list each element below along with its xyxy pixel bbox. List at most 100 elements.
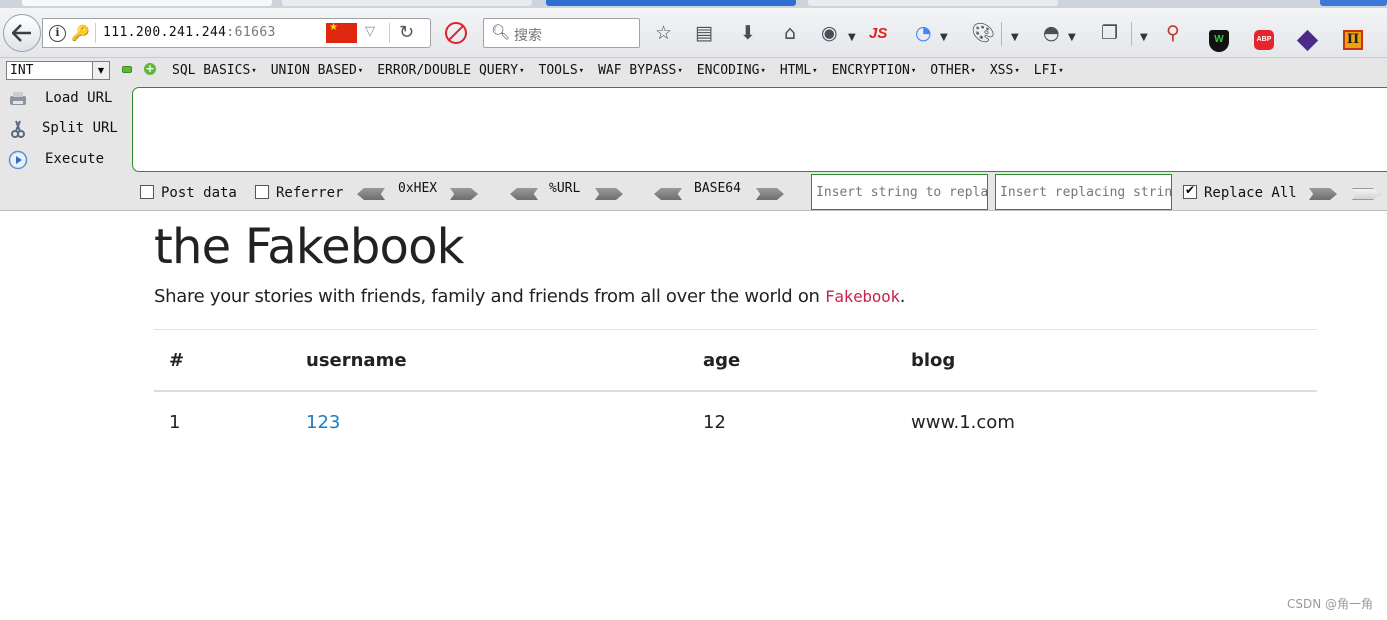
split-url-label: Split URL bbox=[42, 120, 118, 136]
tab-5[interactable] bbox=[1320, 0, 1387, 6]
key-icon[interactable]: 🔑 bbox=[71, 24, 90, 42]
hat-dropdown-icon[interactable]: ▼ bbox=[1068, 28, 1076, 48]
menu-lfi[interactable]: LFI bbox=[1034, 63, 1064, 78]
url-separator bbox=[389, 23, 390, 43]
diamond-icon[interactable] bbox=[1296, 29, 1319, 52]
url-bar[interactable]: i 🔑 111.200.241.244:61663 ▽ ↻ bbox=[42, 18, 431, 48]
tab-2[interactable] bbox=[282, 0, 532, 6]
menu-encoding[interactable]: ENCODING bbox=[697, 63, 766, 78]
watermark: CSDN @角一角 bbox=[1286, 597, 1373, 611]
lead-text: Share your stories with friends, family … bbox=[154, 286, 826, 307]
replace-search-input[interactable]: Insert string to replace bbox=[811, 174, 988, 210]
reload-icon[interactable]: ↻ bbox=[399, 22, 414, 43]
url-separator bbox=[95, 23, 96, 43]
search-box[interactable]: 🔍︎ 搜索 bbox=[483, 18, 640, 48]
translate-dropdown-icon[interactable]: ▼ bbox=[940, 28, 948, 48]
back-arrow-icon bbox=[12, 24, 31, 42]
globe-dropdown-icon[interactable]: ▼ bbox=[848, 28, 856, 48]
home-icon[interactable]: ⌂ bbox=[784, 23, 796, 43]
replace-go-icon[interactable] bbox=[1309, 188, 1337, 200]
execute-button[interactable]: Execute bbox=[8, 150, 104, 170]
cell-username: 123 bbox=[291, 391, 688, 453]
hex-label: 0xHEX bbox=[398, 181, 438, 196]
url-encode-label: %URL bbox=[549, 181, 581, 196]
page-content: the Fakebook Share your stories with fri… bbox=[154, 220, 1317, 453]
referrer-label: Referrer bbox=[276, 185, 344, 201]
replace-with-input[interactable]: Insert replacing string bbox=[995, 174, 1172, 210]
url-decode-icon[interactable] bbox=[510, 188, 538, 200]
search-placeholder: 搜索 bbox=[514, 28, 542, 44]
post-data-checkbox[interactable] bbox=[140, 185, 154, 199]
scissors-icon bbox=[11, 120, 25, 138]
globe-icon[interactable]: ◉ bbox=[821, 23, 838, 43]
table-header-row: # username age blog bbox=[154, 330, 1317, 392]
reading-list-icon[interactable]: ▤ bbox=[695, 23, 713, 43]
window-dropdown-icon[interactable]: ▼ bbox=[1140, 28, 1148, 48]
menu-other[interactable]: OTHER bbox=[930, 63, 976, 78]
hackbar-options-row: Post data Referrer 0xHEX %URL BASE64 Ins… bbox=[0, 174, 1387, 210]
tab-3[interactable] bbox=[546, 0, 796, 6]
noscript-icon[interactable] bbox=[445, 22, 467, 44]
url-encode-icon[interactable] bbox=[595, 188, 623, 200]
window-icon[interactable]: ❐ bbox=[1101, 23, 1118, 43]
tab-strip bbox=[0, 0, 1387, 8]
pi-extension-icon[interactable]: П bbox=[1343, 30, 1363, 50]
tab-4[interactable] bbox=[808, 0, 1058, 6]
back-button[interactable] bbox=[3, 14, 41, 52]
hackbar-menus: SQL BASICS UNION BASED ERROR/DOUBLE QUER… bbox=[172, 63, 1064, 78]
split-url-button[interactable]: Split URL bbox=[8, 119, 118, 139]
menu-waf-bypass[interactable]: WAF BYPASS bbox=[598, 63, 683, 78]
menu-xss[interactable]: XSS bbox=[990, 63, 1020, 78]
menu-sql-basics[interactable]: SQL BASICS bbox=[172, 63, 257, 78]
hex-decode-icon[interactable] bbox=[357, 188, 385, 200]
menu-union-based[interactable]: UNION BASED bbox=[271, 63, 364, 78]
palette-icon[interactable]: 🎨︎ bbox=[971, 23, 995, 43]
toggle-panel-icon[interactable] bbox=[1352, 188, 1380, 200]
hex-encode-icon[interactable] bbox=[450, 188, 478, 200]
hat-icon[interactable]: ◓ bbox=[1043, 23, 1060, 43]
post-data-label: Post data bbox=[161, 185, 237, 201]
page-lead: Share your stories with friends, family … bbox=[154, 286, 1317, 307]
menu-error-double-query[interactable]: ERROR/DOUBLE QUERY bbox=[377, 63, 524, 78]
tab-1[interactable] bbox=[22, 0, 272, 6]
cell-blog: www.1.com bbox=[911, 412, 1015, 433]
table-row: 1 123 12 www.1.com bbox=[154, 391, 1317, 453]
js-toggle-icon[interactable]: JS bbox=[869, 25, 887, 42]
header-blog: blog bbox=[896, 330, 1317, 392]
brand-name: Fakebook bbox=[825, 287, 900, 306]
menu-html[interactable]: HTML bbox=[780, 63, 818, 78]
referrer-checkbox[interactable] bbox=[255, 185, 269, 199]
execute-label: Execute bbox=[45, 151, 105, 167]
base64-label: BASE64 bbox=[694, 181, 741, 196]
google-translate-icon[interactable]: ◔ bbox=[915, 23, 932, 43]
header-id: # bbox=[154, 330, 291, 392]
base64-encode-icon[interactable] bbox=[756, 188, 784, 200]
url-text[interactable]: 111.200.241.244:61663 bbox=[103, 25, 276, 40]
load-url-label: Load URL bbox=[45, 90, 113, 106]
url-history-dropdown-icon[interactable]: ▽ bbox=[365, 24, 375, 39]
cell-id: 1 bbox=[169, 412, 181, 433]
cell-age: 12 bbox=[703, 412, 726, 433]
magnifier-icon[interactable]: ⚲ bbox=[1166, 23, 1180, 43]
page-title: the Fakebook bbox=[154, 219, 464, 275]
palette-dropdown-icon[interactable]: ▼ bbox=[1011, 28, 1019, 48]
load-url-icon bbox=[10, 92, 26, 105]
menu-encryption[interactable]: ENCRYPTION bbox=[832, 63, 917, 78]
chevron-down-icon[interactable]: ▼ bbox=[92, 62, 109, 79]
type-select[interactable]: INT ▼ bbox=[6, 61, 110, 80]
adblock-plus-icon[interactable]: ABP bbox=[1254, 30, 1274, 50]
decrease-icon[interactable] bbox=[122, 66, 132, 73]
china-flag-icon[interactable] bbox=[326, 22, 357, 43]
base64-decode-icon[interactable] bbox=[654, 188, 682, 200]
increase-icon[interactable]: + bbox=[144, 63, 156, 75]
site-info-icon[interactable]: i bbox=[49, 25, 66, 42]
username-link[interactable]: 123 bbox=[306, 412, 340, 433]
bookmark-star-icon[interactable]: ☆ bbox=[655, 23, 672, 43]
downloads-icon[interactable]: ⬇ bbox=[740, 23, 756, 43]
menu-tools[interactable]: TOOLS bbox=[539, 63, 585, 78]
wot-shield-icon[interactable]: W bbox=[1209, 30, 1229, 52]
load-url-button[interactable]: Load URL bbox=[8, 89, 112, 109]
url-textarea[interactable] bbox=[132, 87, 1387, 172]
lead-end: . bbox=[899, 286, 906, 307]
replace-all-checkbox[interactable] bbox=[1183, 183, 1197, 199]
